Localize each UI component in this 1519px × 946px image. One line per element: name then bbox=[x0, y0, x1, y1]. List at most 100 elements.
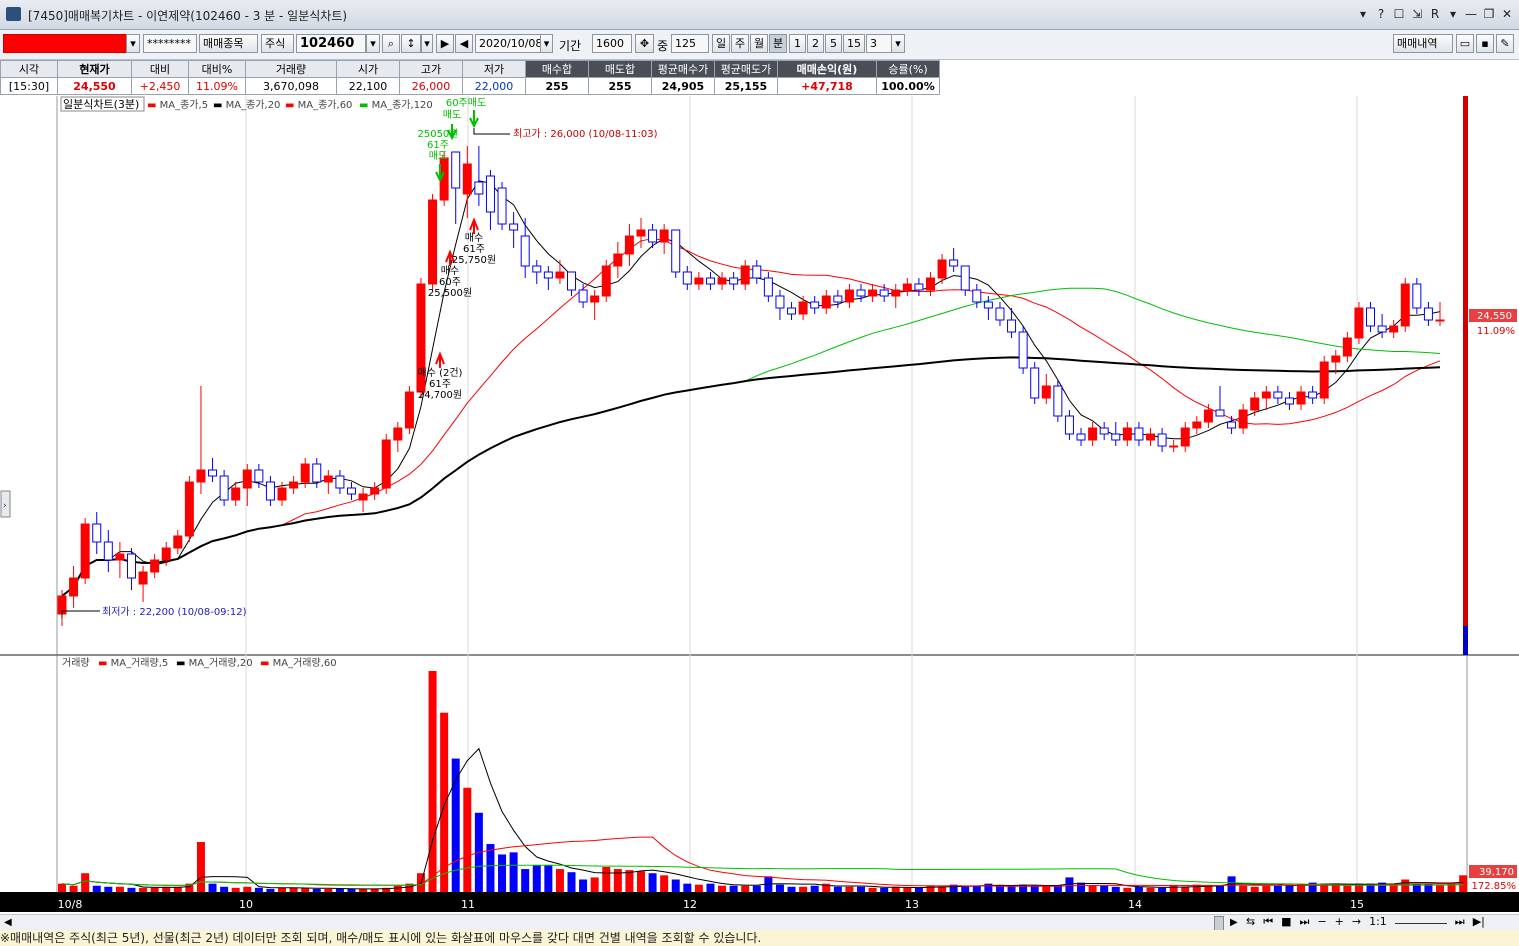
market-select[interactable]: 주식 bbox=[261, 34, 294, 53]
candle[interactable] bbox=[914, 283, 924, 291]
period-input[interactable]: 1600 bbox=[592, 34, 632, 53]
candle[interactable] bbox=[902, 283, 912, 291]
candle[interactable] bbox=[1319, 361, 1329, 399]
candle[interactable] bbox=[208, 469, 218, 477]
candle[interactable] bbox=[289, 481, 299, 489]
restore-icon[interactable]: ❐ bbox=[1483, 6, 1495, 22]
candle[interactable] bbox=[1435, 319, 1445, 322]
volume-bar[interactable] bbox=[81, 873, 90, 892]
unit-week[interactable]: 주 bbox=[731, 34, 749, 53]
rewind-icon[interactable]: ⏮ bbox=[1263, 915, 1273, 929]
candle[interactable] bbox=[1423, 307, 1433, 321]
volume-bar[interactable] bbox=[196, 841, 205, 892]
volume-bar[interactable] bbox=[602, 866, 611, 892]
minus-icon[interactable]: − bbox=[1317, 915, 1326, 929]
candle[interactable] bbox=[1354, 307, 1364, 339]
candle[interactable] bbox=[1111, 433, 1121, 441]
candle[interactable] bbox=[138, 571, 148, 585]
candle[interactable] bbox=[856, 289, 866, 297]
volume-bar[interactable] bbox=[150, 887, 159, 892]
candle[interactable] bbox=[810, 301, 820, 309]
candle[interactable] bbox=[1331, 355, 1341, 363]
candle[interactable] bbox=[1053, 385, 1063, 417]
candle[interactable] bbox=[150, 559, 160, 573]
volume-bar[interactable] bbox=[833, 886, 842, 892]
password-field[interactable]: ******** bbox=[143, 34, 197, 53]
candle[interactable] bbox=[717, 277, 727, 285]
candle[interactable] bbox=[69, 577, 79, 597]
volume-bar[interactable] bbox=[104, 886, 113, 892]
volume-bar[interactable] bbox=[961, 886, 970, 892]
volume-bar[interactable] bbox=[671, 879, 680, 892]
candle[interactable] bbox=[358, 493, 368, 501]
candle[interactable] bbox=[1076, 433, 1086, 441]
volume-bar[interactable] bbox=[660, 875, 669, 892]
candle[interactable] bbox=[184, 481, 194, 537]
volume-bar[interactable] bbox=[845, 886, 854, 892]
candle[interactable] bbox=[1030, 367, 1040, 399]
volume-bar[interactable] bbox=[625, 870, 634, 892]
volume-bar[interactable] bbox=[880, 887, 889, 892]
zoom-ratio[interactable]: 1:1 bbox=[1369, 915, 1387, 929]
trades-button[interactable]: 매매내역 bbox=[1393, 34, 1453, 53]
candle[interactable] bbox=[126, 553, 136, 579]
candle[interactable] bbox=[983, 301, 993, 309]
zoom-out-icon[interactable]: → bbox=[1352, 915, 1361, 929]
candle[interactable] bbox=[335, 475, 345, 489]
candle[interactable] bbox=[729, 277, 739, 285]
stock-list-button[interactable]: 매매종목 bbox=[199, 34, 258, 53]
close-icon[interactable]: ✕ bbox=[1501, 6, 1513, 22]
volume-bar[interactable] bbox=[312, 888, 321, 892]
candle[interactable] bbox=[1227, 421, 1237, 429]
volume-bar[interactable] bbox=[1181, 886, 1190, 892]
auto-icon[interactable]: ⇆ bbox=[1246, 915, 1255, 929]
candle[interactable] bbox=[960, 265, 970, 291]
volume-bar[interactable] bbox=[868, 887, 877, 892]
volume-bar[interactable] bbox=[903, 887, 912, 892]
candle[interactable] bbox=[277, 487, 287, 501]
candle[interactable] bbox=[265, 481, 275, 501]
volume-bar[interactable] bbox=[857, 886, 866, 892]
candle[interactable] bbox=[1192, 421, 1202, 429]
horizontal-scrollbar[interactable]: ◀ ▶ ⇆ ⏮ ■ ⏭ − + → 1:1 ⏭ ▶| bbox=[0, 914, 1519, 931]
volume-bar[interactable] bbox=[347, 888, 356, 892]
volume-bar[interactable] bbox=[590, 877, 599, 892]
candle[interactable] bbox=[428, 199, 438, 285]
menu-icon[interactable]: ▾ bbox=[1447, 6, 1459, 22]
unit-month[interactable]: 월 bbox=[750, 34, 768, 53]
candle[interactable] bbox=[868, 289, 878, 297]
volume-bar[interactable] bbox=[509, 852, 518, 892]
volume-bar[interactable] bbox=[544, 864, 553, 892]
volume-bar[interactable] bbox=[752, 885, 761, 892]
candle[interactable] bbox=[242, 469, 252, 489]
volume-bar[interactable] bbox=[1273, 885, 1282, 892]
candle[interactable] bbox=[370, 487, 380, 495]
volume-bar[interactable] bbox=[1134, 886, 1143, 892]
candle[interactable] bbox=[995, 307, 1005, 321]
candle[interactable] bbox=[231, 487, 241, 501]
volume-bar[interactable] bbox=[1262, 885, 1271, 892]
code-input[interactable]: 102460 bbox=[296, 34, 366, 53]
candle[interactable] bbox=[1157, 433, 1167, 447]
candle[interactable] bbox=[555, 271, 565, 279]
volume-bar[interactable] bbox=[1436, 884, 1444, 892]
last-icon[interactable]: ▶| bbox=[1473, 915, 1485, 929]
candle[interactable] bbox=[543, 271, 553, 279]
date-input[interactable]: 2020/10/08 bbox=[475, 34, 541, 53]
volume-bar[interactable] bbox=[706, 883, 715, 892]
end-icon[interactable]: ⏭ bbox=[1455, 915, 1465, 929]
candle[interactable] bbox=[219, 475, 229, 501]
candle[interactable] bbox=[1203, 409, 1213, 423]
volume-bar[interactable] bbox=[208, 883, 217, 892]
unit-2[interactable]: 2 bbox=[807, 34, 824, 53]
candle[interactable] bbox=[462, 163, 472, 195]
volume-bar[interactable] bbox=[498, 854, 507, 892]
unit-5[interactable]: 5 bbox=[825, 34, 842, 53]
candle[interactable] bbox=[381, 439, 391, 489]
save-icon[interactable]: ▪ bbox=[1476, 34, 1494, 53]
candle[interactable] bbox=[636, 229, 646, 237]
candle[interactable] bbox=[705, 277, 715, 285]
candle[interactable] bbox=[937, 259, 947, 279]
search-icon[interactable]: ⌕ bbox=[382, 34, 400, 53]
candle[interactable] bbox=[787, 307, 797, 315]
